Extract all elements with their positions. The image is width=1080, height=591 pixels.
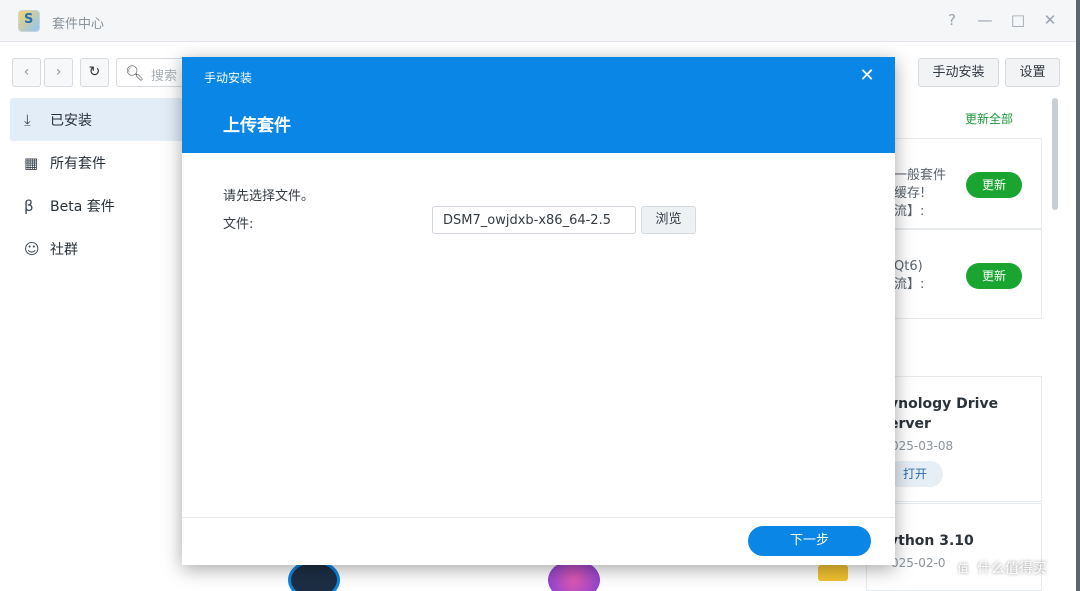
chevron-left-icon: ‹ bbox=[23, 64, 30, 80]
help-icon[interactable]: ? bbox=[942, 11, 962, 29]
package-date: 025-02-0 bbox=[891, 556, 946, 570]
chevron-right-icon: › bbox=[55, 64, 62, 80]
watermark-text: 什么值得买 bbox=[977, 561, 1047, 577]
dialog-window-title: 手动安装 bbox=[204, 71, 253, 85]
dialog-heading: 上传套件 bbox=[223, 116, 291, 136]
update-card: 一般套件 缓存! 流】: 更新 bbox=[880, 138, 1042, 229]
open-button[interactable]: 打开 bbox=[887, 461, 943, 487]
update-all-link[interactable]: 更新全部 bbox=[965, 110, 1013, 127]
browse-button[interactable]: 浏览 bbox=[641, 206, 696, 234]
window-title: 套件中心 bbox=[52, 17, 105, 32]
instruction-text: 请先选择文件。 bbox=[223, 189, 315, 204]
package-name: ython 3.10 bbox=[889, 533, 974, 549]
refresh-icon: ↻ bbox=[88, 64, 101, 80]
sidebar-item-community[interactable]: ☺ 社群 bbox=[10, 227, 200, 270]
sidebar-item-label: Beta 套件 bbox=[50, 198, 115, 215]
update-card: Qt6) 流】: 更新 bbox=[880, 229, 1042, 319]
card-text-line: 缓存! bbox=[894, 186, 926, 201]
watermark: 值什么值得买 bbox=[953, 558, 1047, 579]
package-center-icon: S bbox=[18, 10, 40, 32]
grid-icon: ▦ bbox=[24, 153, 39, 172]
card-text-line: 流】: bbox=[894, 277, 925, 292]
community-icon: ☺ bbox=[24, 239, 40, 258]
package-logo-icon bbox=[818, 565, 848, 581]
update-button[interactable]: 更新 bbox=[966, 172, 1022, 198]
update-button[interactable]: 更新 bbox=[966, 263, 1022, 289]
forward-button[interactable]: › bbox=[44, 58, 73, 87]
close-icon[interactable]: ✕ bbox=[1040, 11, 1060, 29]
dialog-close-icon[interactable]: ✕ bbox=[857, 65, 877, 86]
beta-icon: β bbox=[24, 196, 34, 215]
package-name: ynology Drive bbox=[889, 396, 999, 412]
maximize-icon[interactable]: □ bbox=[1008, 11, 1028, 29]
manual-install-dialog: 手动安装 ✕ 上传套件 请先选择文件。 文件: 浏览 下一步 bbox=[182, 57, 895, 565]
sidebar-item-label: 所有套件 bbox=[50, 155, 106, 172]
sidebar-item-beta[interactable]: β Beta 套件 bbox=[10, 184, 200, 227]
scrollbar[interactable] bbox=[1052, 98, 1058, 210]
back-button[interactable]: ‹ bbox=[12, 58, 41, 87]
card-text-line: 流】: bbox=[894, 204, 925, 219]
card-text-line: Qt6) bbox=[894, 259, 923, 274]
sidebar-item-label: 社群 bbox=[50, 241, 78, 258]
search-placeholder: 搜索 bbox=[151, 69, 178, 84]
refresh-button[interactable]: ↻ bbox=[80, 58, 109, 87]
download-icon: ⤓ bbox=[24, 110, 31, 129]
titlebar: S 套件中心 ? — □ ✕ bbox=[0, 0, 1080, 42]
sidebar: ⤓ 已安装 ▦ 所有套件 β Beta 套件 ☺ 社群 bbox=[10, 98, 200, 270]
sidebar-item-installed[interactable]: ⤓ 已安装 bbox=[10, 98, 200, 141]
dialog-header: 手动安装 ✕ 上传套件 bbox=[182, 57, 895, 153]
package-date: 025-03-08 bbox=[891, 439, 954, 453]
file-label: 文件: bbox=[223, 217, 254, 232]
desktop-edge bbox=[1076, 0, 1080, 591]
file-path-field[interactable] bbox=[432, 206, 636, 234]
sidebar-item-all-packages[interactable]: ▦ 所有套件 bbox=[10, 141, 200, 184]
next-button[interactable]: 下一步 bbox=[748, 526, 871, 556]
dialog-footer-divider bbox=[182, 517, 895, 518]
manual-install-button[interactable]: 手动安装 bbox=[918, 58, 999, 87]
card-text-line: 一般套件 bbox=[894, 168, 947, 183]
sidebar-item-label: 已安装 bbox=[50, 112, 92, 129]
package-name: erver bbox=[889, 416, 931, 432]
zhi-logo-icon: 值 bbox=[953, 559, 973, 579]
settings-button[interactable]: 设置 bbox=[1005, 58, 1060, 87]
search-icon: 🔍︎ bbox=[125, 64, 145, 82]
minimize-icon[interactable]: — bbox=[975, 11, 995, 29]
